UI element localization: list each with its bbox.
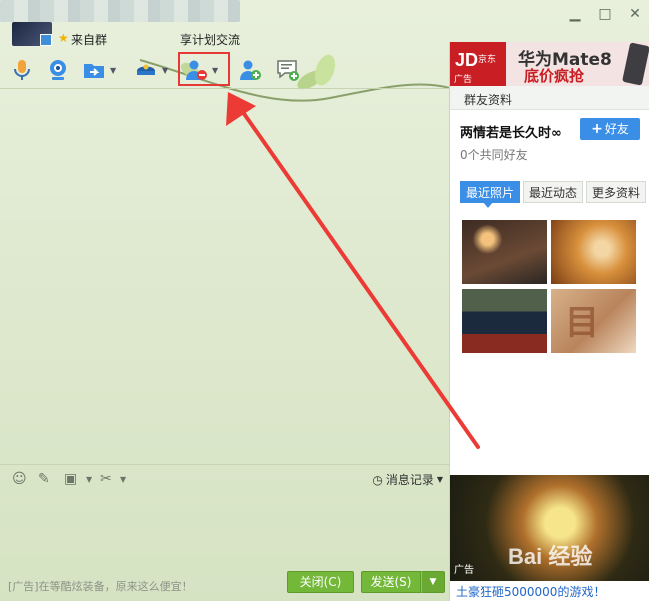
minimize-button[interactable]: ▁: [567, 6, 583, 22]
emoji-icon[interactable]: ☺: [12, 471, 27, 487]
right-panel: JD 京东 广告 华为Mate8 底价疯抢 群友资料 两情若是长久时∞ + 好友 …: [449, 42, 649, 601]
chevron-down-icon[interactable]: ▼: [120, 475, 126, 484]
member-name: 两情若是长久时∞: [460, 126, 562, 141]
chevron-down-icon[interactable]: ▼: [110, 66, 116, 75]
send-options-button[interactable]: ▼: [421, 571, 445, 593]
jd-logo: JD: [455, 50, 479, 70]
photo-calligraphy: 目: [565, 303, 599, 343]
close-button[interactable]: 关闭(C): [287, 571, 354, 593]
send-button[interactable]: 发送(S): [361, 571, 421, 593]
webcam-icon: [50, 60, 66, 80]
close-window-button[interactable]: ✕: [627, 6, 643, 22]
voice-call-button[interactable]: [10, 56, 34, 84]
tab-recent-photos[interactable]: 最近照片: [460, 181, 521, 208]
photo-thumbnail[interactable]: 目: [551, 289, 636, 353]
game-ad-link[interactable]: 土豪狂砸5000000的游戏！: [456, 583, 605, 600]
video-call-button[interactable]: [46, 56, 70, 84]
group-plan-text: 享计划交流: [180, 33, 241, 47]
chevron-down-icon[interactable]: ▼: [86, 475, 92, 484]
top-ad-banner[interactable]: JD 京东 广告 华为Mate8 底价疯抢: [450, 42, 649, 86]
message-history-button[interactable]: ◷ 消息记录 ▼: [372, 471, 443, 488]
chevron-down-icon: ▼: [436, 475, 443, 484]
plus-icon: +: [591, 121, 603, 137]
maximize-button[interactable]: □: [597, 6, 613, 22]
star-icon: ★: [58, 31, 69, 45]
bottom-ad-banner[interactable]: Bai 经验 广告: [450, 475, 649, 581]
scissors-icon[interactable]: ✂: [100, 471, 112, 487]
blurred-title: [0, 0, 240, 22]
ad-mark: 广告: [454, 565, 474, 576]
app-button[interactable]: ▼: [134, 56, 168, 84]
ad-subtitle: 底价疯抢: [524, 67, 585, 85]
chevron-down-icon: ▼: [429, 577, 437, 587]
message-history-label: 消息记录: [385, 473, 434, 487]
phone-image: [622, 42, 649, 86]
image-icon[interactable]: ▣: [64, 471, 77, 487]
add-member-button[interactable]: [238, 56, 262, 84]
pencil-icon[interactable]: ✎: [38, 471, 50, 487]
user-add-icon: [240, 60, 261, 80]
photo-thumbnail[interactable]: [462, 289, 547, 353]
photo-thumbnail[interactable]: [551, 220, 636, 284]
tab-recent-activity[interactable]: 最近动态: [523, 181, 584, 203]
source-text: 来自群: [71, 33, 108, 47]
profile-tabs: 最近照片 最近动态 更多资料: [460, 181, 647, 208]
window-controls: ▁ □ ✕: [567, 6, 643, 22]
send-file-button[interactable]: ▼: [82, 56, 116, 84]
avatar-badge: [40, 34, 52, 46]
add-friend-button[interactable]: + 好友: [580, 118, 640, 140]
ad-mark: 广告: [454, 75, 473, 85]
message-add-icon: [277, 60, 299, 81]
tab-more-info[interactable]: 更多资料: [586, 181, 647, 203]
highlight-box: [178, 52, 230, 86]
edit-toolbar: ☺ ✎ ▣ ▼ ✂ ▼ ◷ 消息记录 ▼: [0, 464, 449, 492]
panel-header: 群友资料: [450, 86, 649, 110]
photo-thumbnail[interactable]: [462, 220, 547, 284]
folder-arrow-icon: [84, 64, 104, 78]
baidu-watermark: Bai 经验: [508, 544, 593, 569]
common-friends: 0个共同好友: [460, 148, 528, 162]
add-friend-label: 好友: [604, 122, 629, 136]
clock-icon: ◷: [372, 472, 383, 487]
message-area[interactable]: [0, 88, 449, 464]
microphone-icon: [14, 60, 30, 80]
ad-text-link[interactable]: [广告]在等酷炫装备，原来这么便宜！: [8, 578, 193, 594]
jd-small-text: 京东: [478, 55, 497, 65]
chevron-down-icon[interactable]: ▼: [162, 66, 168, 75]
create-discussion-button[interactable]: [276, 56, 300, 84]
panel-header-title: 群友资料: [464, 93, 513, 107]
police-cap-icon: [137, 64, 155, 75]
